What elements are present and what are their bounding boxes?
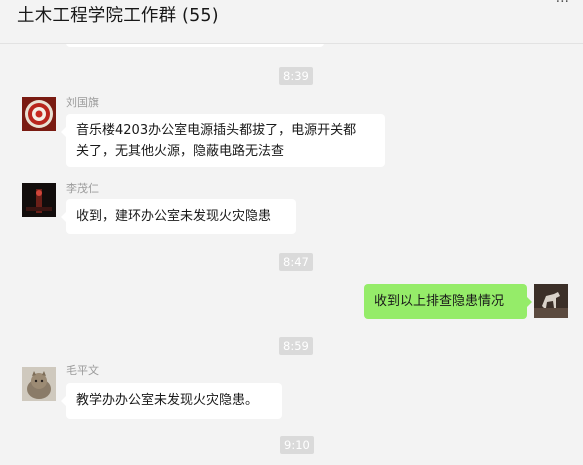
more-options-icon[interactable]: ···	[556, 0, 569, 10]
message-bubble[interactable]: 收到，建环办公室未发现火灾隐患	[61, 199, 296, 234]
avatar[interactable]	[22, 183, 56, 217]
avatar[interactable]	[22, 97, 56, 131]
sender-name: 刘国旗	[66, 96, 99, 109]
previous-message-bubble[interactable]	[66, 44, 324, 47]
timestamp: 8:59	[279, 337, 313, 355]
avatar[interactable]	[22, 367, 56, 401]
timestamp: 9:10	[280, 436, 314, 454]
avatar-cat-icon	[22, 367, 56, 401]
my-avatar[interactable]	[534, 284, 568, 318]
avatar-badge-icon	[22, 97, 56, 131]
message-text-line: 关了，无其他火源，隐蔽电路无法查	[76, 144, 285, 159]
sender-name: 李茂仁	[66, 182, 99, 195]
sender-name: 毛平文	[66, 364, 99, 377]
message-text: 教学办办公室未发现火灾隐患。	[76, 393, 259, 408]
message-text: 收到以上排查隐患情况	[374, 294, 505, 309]
chat-title: 土木工程学院工作群 (55)	[17, 6, 219, 26]
message-bubble[interactable]: 音乐楼4203办公室电源插头都拔了，电源开关都 关了，无其他火源，隐蔽电路无法查	[61, 114, 385, 167]
timestamp: 8:39	[279, 67, 313, 85]
chat-header: 土木工程学院工作群 (55) ···	[0, 0, 583, 44]
avatar-photo-icon	[22, 183, 56, 217]
timestamp: 8:47	[279, 253, 313, 271]
message-bubble[interactable]: 教学办办公室未发现火灾隐患。	[61, 383, 282, 419]
message-bubble-sent[interactable]: 收到以上排查隐患情况	[364, 284, 532, 319]
avatar-horse-icon	[534, 284, 568, 318]
message-text-line: 音乐楼4203办公室电源插头都拔了，电源开关都	[76, 123, 357, 138]
message-text: 收到，建环办公室未发现火灾隐患	[76, 209, 272, 224]
message-list[interactable]: 8:39 刘国旗 音乐楼4203办公室电源插头都拔了，电源开关都 关了，无其他火…	[0, 44, 583, 465]
